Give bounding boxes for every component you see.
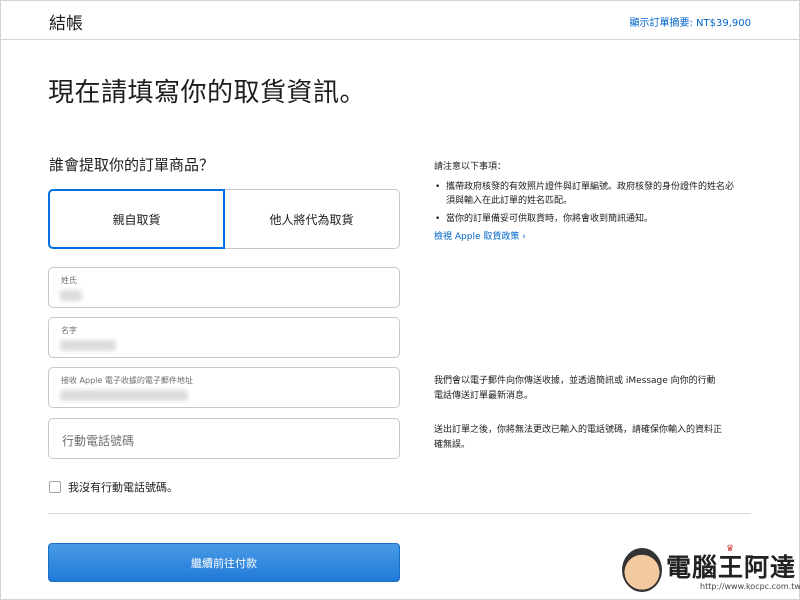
last-name-label: 姓氏 (61, 276, 77, 285)
pickup-policy-link[interactable]: 檢視 Apple 取貨政策 › (434, 230, 734, 244)
email-value-redacted (60, 390, 188, 401)
pickup-self-option[interactable]: 親自取貨 (48, 189, 225, 249)
page-title: 結帳 (49, 14, 83, 34)
divider (48, 513, 751, 514)
mascot-logo-icon (622, 548, 662, 592)
headline: 現在請填寫你的取貨資訊。 (48, 78, 367, 108)
first-name-value-redacted (60, 340, 116, 351)
pickup-selector: 親自取貨 他人將代為取貨 (48, 189, 400, 249)
email-hint: 我們會以電子郵件向你傳送收據，並透過簡訊或 iMessage 向你的行動電話傳送… (434, 376, 716, 401)
no-phone-checkbox[interactable] (49, 481, 61, 493)
phone-hint: 送出訂單之後，你將無法更改已輸入的電話號碼，請確保你輸入的資料正確無誤。 (434, 425, 723, 450)
last-name-field[interactable]: 姓氏 (48, 267, 400, 308)
notes-title: 請注意以下事項： (434, 162, 507, 172)
watermark-text: 電腦王阿達 (666, 553, 797, 582)
watermark-url: http://www.kocpc.com.tw (700, 582, 800, 591)
first-name-label: 名字 (61, 326, 77, 335)
watermark: ♛ 電腦王阿達 http://www.kocpc.com.tw (622, 544, 800, 596)
bullet-icon: • (435, 214, 441, 224)
pickup-notes: 請注意以下事項： • 攜帶政府核發的有效照片證件與訂單編號。政府核發的身份證件的姓… (434, 160, 734, 244)
phone-placeholder: 行動電話號碼 (62, 434, 135, 448)
no-phone-label[interactable]: 我沒有行動電話號碼。 (68, 479, 178, 495)
order-summary-link[interactable]: 顯示訂單摘要: NT$39,900 (630, 14, 752, 29)
last-name-value-redacted (60, 290, 82, 301)
continue-to-payment-button[interactable]: 繼續前往付款 (48, 543, 400, 582)
pickup-other-option[interactable]: 他人將代為取貨 (224, 189, 400, 249)
email-label: 接收 Apple 電子收據的電子郵件地址 (61, 376, 193, 385)
email-field[interactable]: 接收 Apple 電子收據的電子郵件地址 (48, 367, 400, 408)
note-item: • 攜帶政府核發的有效照片證件與訂單編號。政府核發的身份證件的姓名必須與輸入在此訂… (435, 182, 735, 206)
note-item: • 當你的訂單備妥可供取貨時，你將會收到簡訊通知。 (435, 214, 654, 224)
checkout-header: 結帳 顯示訂單摘要: NT$39,900 (0, 0, 800, 40)
first-name-field[interactable]: 名字 (48, 317, 400, 358)
bullet-icon: • (435, 182, 441, 192)
phone-field[interactable]: 行動電話號碼 (48, 418, 400, 459)
pickup-question: 誰會提取你的訂單商品？ (49, 156, 215, 174)
no-phone-row[interactable]: 我沒有行動電話號碼。 (49, 479, 178, 495)
